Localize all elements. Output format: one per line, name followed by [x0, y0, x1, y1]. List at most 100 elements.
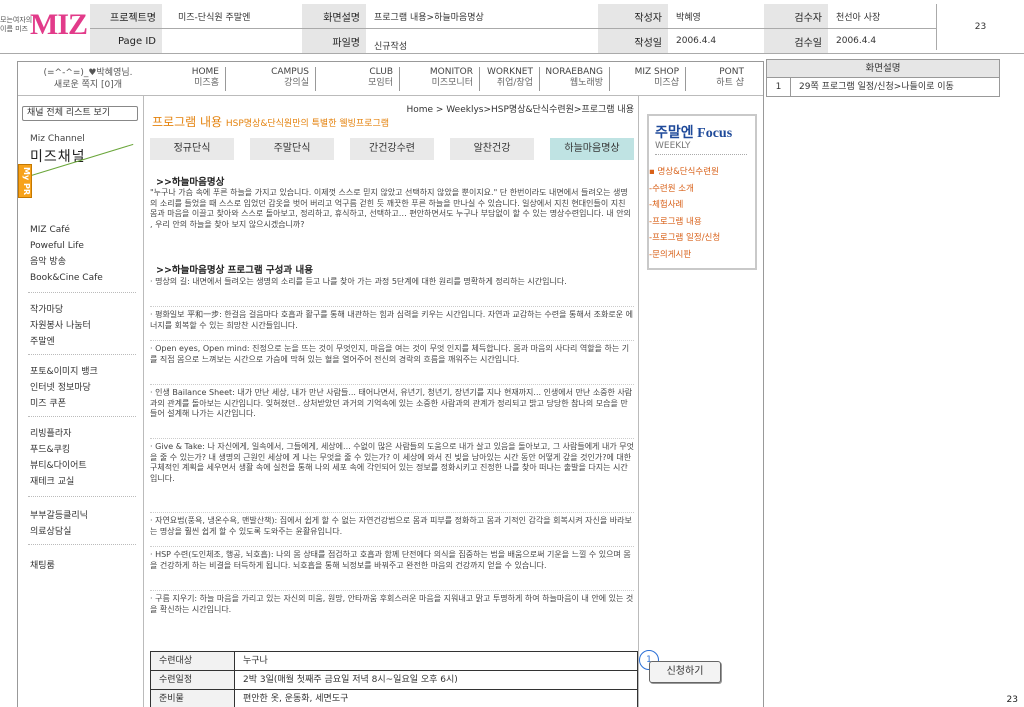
table-row: 1 29쪽 프로그램 일정/신청>나들이로 이동	[767, 78, 999, 96]
tab-regular-fasting[interactable]: 정규단식	[150, 138, 234, 160]
screen-description-table: 화면설명 1 29쪽 프로그램 일정/신청>나들이로 이동	[766, 59, 1000, 97]
page-footer-number: 23	[1006, 695, 1018, 705]
sidebar-group-6: 채팅룸	[30, 558, 55, 574]
review-date-value: 2006.4.4	[836, 36, 877, 46]
program-item: · 평화일보 平和一步: 한걸음 걸음마다 호흡과 활구를 통해 내관하는 힘과…	[150, 306, 634, 331]
tab-sky-mind-meditation[interactable]: 하늘마음명상	[550, 138, 634, 160]
tab-weekend-fasting[interactable]: 주말단식	[250, 138, 334, 160]
sidebar-item[interactable]: 포토&이미지 뱅크	[30, 364, 98, 380]
greeting-user: (=^-^=)_♥박혜영님.	[43, 68, 133, 78]
sidebar-item[interactable]: MIZ Café	[30, 222, 103, 238]
logo-mini-text2: 이름 미즈	[0, 25, 28, 33]
page-title-text: 프로그램 내용	[152, 115, 223, 129]
sidebar-group-3: 포토&이미지 뱅크 인터넷 정보마당 미즈 쿠폰	[30, 364, 98, 412]
sidebar-item[interactable]: 작가마당	[30, 302, 91, 318]
sidebar-item[interactable]: Poweful Life	[30, 238, 103, 254]
focus-menu: ▪ 명상&단식수련원 -수련원 소개 -체험사례 -프로그램 내용 -프로그램 …	[649, 164, 720, 263]
sidebar-item[interactable]: Book&Cine Cafe	[30, 270, 103, 286]
sidebar-item[interactable]: 음악 방송	[30, 254, 103, 270]
program-item: · HSP 수련(도인체조, 행공, 뇌호흡): 나의 몸 상태를 점검하고 호…	[150, 546, 634, 571]
date-label: 작성일	[598, 29, 668, 53]
sidebar-item[interactable]: 자원봉사 나눔터	[30, 318, 91, 334]
sidebar-group-2: 작가마당 자원봉사 나눔터 주말엔	[30, 302, 91, 350]
focus-menu-item[interactable]: -체험사례	[649, 197, 720, 214]
nav-noraebang[interactable]: NORAEBANG 웹노래방	[542, 67, 610, 91]
program-item: · 자연요법(풍욕, 냉온수욕, 맨발산책): 집에서 쉽게 할 수 없는 자연…	[150, 512, 634, 537]
nav-campus[interactable]: CAMPUS 강의실	[228, 67, 316, 91]
miz-logo: 모는여자의 이름 미즈 MIZ	[0, 4, 90, 49]
channel-subtitle: Miz Channel	[30, 134, 85, 144]
nav-pont[interactable]: PONT 하트 샵	[688, 67, 750, 91]
nav-worknet[interactable]: WORKNET 취업/창업	[482, 67, 540, 91]
sidebar-item[interactable]: 채팅룸	[30, 558, 55, 574]
sidebar-group-1: MIZ Café Poweful Life 음악 방송 Book&Cine Ca…	[30, 222, 103, 286]
reviewer-value: 천선아 사장	[836, 12, 881, 23]
breadcrumb: Home > Weeklys>HSP명상&단식수련원>프로그램 내용	[406, 105, 634, 115]
page-id-label: Page ID	[90, 29, 162, 53]
sidebar-item[interactable]: 리빙플라자	[30, 426, 87, 442]
nav-home[interactable]: HOME 미즈홈	[168, 67, 226, 91]
main-content: Home > Weeklys>HSP명상&단식수련원>프로그램 내용 프로그램 …	[144, 96, 638, 707]
sidebar-item[interactable]: 주말엔	[30, 334, 91, 350]
sidebar-divider	[28, 354, 136, 355]
focus-menu-item[interactable]: -문의게시판	[649, 247, 720, 264]
screen-desc-label: 화면설명	[302, 4, 366, 28]
program-info-table: 수련대상 누구나 수련일정 2박 3일(매월 첫째주 금요일 저녁 8시~일요일 오…	[150, 651, 638, 707]
sidebar-divider	[28, 416, 136, 417]
table-row: 수련일정 2박 3일(매월 첫째주 금요일 저녁 8시~일요일 오후 6시)	[151, 671, 637, 690]
left-sidebar: 채널 전체 리스트 보기 Miz Channel 미즈채널 MIZ Café P…	[18, 96, 144, 707]
sidebar-item[interactable]: 의료상담실	[30, 524, 88, 540]
page-title: 프로그램 내용 HSP명상&단식원만의 특별한 웰빙프로그램	[152, 113, 389, 130]
program-item: · Open eyes, Open mind: 진정으로 눈을 뜨는 것이 무엇…	[150, 340, 634, 365]
focus-subtitle: WEEKLY	[655, 141, 691, 151]
new-messages-link[interactable]: 새로운 쪽지 [0]개	[28, 79, 148, 91]
page-number-cell: 23	[936, 4, 1024, 50]
nav-club[interactable]: CLUB 모임터	[318, 67, 400, 91]
sidebar-item[interactable]: 푸드&쿠킹	[30, 442, 87, 458]
sidebar-divider	[28, 496, 136, 497]
sidebar-item[interactable]: 재테크 교실	[30, 474, 87, 490]
channel-list-all-button[interactable]: 채널 전체 리스트 보기	[22, 106, 138, 121]
focus-menu-item[interactable]: ▪ 명상&단식수련원	[649, 164, 720, 181]
sidebar-item[interactable]: 미즈 쿠폰	[30, 396, 98, 412]
table-row: 수련대상 누구나	[151, 652, 637, 671]
page-subtitle: HSP명상&단식원만의 특별한 웰빙프로그램	[225, 119, 390, 129]
table-row: 준비물 편안한 옷, 운동화, 세면도구	[151, 690, 637, 707]
date-value: 2006.4.4	[676, 36, 717, 46]
my-pr-tab[interactable]: My PR	[18, 164, 32, 198]
screen-desc-value: 프로그램 내용>하늘마음명상	[374, 12, 484, 23]
section-heading: >>하늘마음명상 프로그램 구성과 내용	[156, 265, 313, 276]
page-mockup: (=^-^=)_♥박혜영님. 새로운 쪽지 [0]개 HOME 미즈홈 CAMPU…	[17, 61, 764, 707]
sidebar-divider	[28, 544, 136, 545]
sidebar-item[interactable]: 부부갈등클리닉	[30, 508, 88, 524]
program-tabs: 정규단식 주말단식 간건강수련 알찬건강 하늘마음명상	[150, 138, 635, 160]
focus-menu-item[interactable]: -프로그램 일정/신청	[649, 230, 720, 247]
doc-header: 모는여자의 이름 미즈 MIZ 프로젝트명 미즈-단식원 주말엔 화면설명 프로그…	[0, 0, 1024, 54]
tab-liver-health[interactable]: 간건강수련	[350, 138, 434, 160]
logo-mini-text: 모는여자의	[0, 16, 33, 24]
logo-text: MIZ	[30, 8, 88, 41]
author-label: 작성자	[598, 4, 668, 28]
sidebar-item[interactable]: 인터넷 정보마당	[30, 380, 98, 396]
program-item: · 명상의 길: 내면에서 들려오는 생명의 소리를 듣고 나를 찾아 가는 과…	[150, 277, 567, 286]
program-item: · 인생 Bailance Sheet: 내가 만난 세상, 내가 만난 사람들…	[150, 384, 634, 420]
focus-menu-item[interactable]: -프로그램 내용	[649, 214, 720, 231]
focus-box: 주말엔 Focus WEEKLY ▪ 명상&단식수련원 -수련원 소개 -체험사…	[647, 114, 757, 270]
reviewer-label: 검수자	[764, 4, 828, 28]
project-label: 프로젝트명	[90, 4, 162, 28]
apply-button[interactable]: 신청하기	[649, 661, 721, 683]
focus-menu-item[interactable]: -수련원 소개	[649, 181, 720, 198]
description-header: 화면설명	[767, 60, 999, 78]
tab-full-health[interactable]: 알찬건강	[450, 138, 534, 160]
right-sidebar: 주말엔 Focus WEEKLY ▪ 명상&단식수련원 -수련원 소개 -체험사…	[638, 96, 763, 707]
section-heading: >>하늘마음명상	[156, 177, 225, 188]
focus-divider	[655, 154, 747, 155]
sidebar-item[interactable]: 뷰티&다이어트	[30, 458, 87, 474]
author-value: 박혜영	[676, 12, 701, 23]
channel-title: 미즈채널	[30, 149, 86, 165]
intro-paragraph: "누구나 가슴 속에 푸른 하늘을 가지고 있습니다. 이제껏 스스로 믿지 않…	[150, 188, 631, 229]
nav-miz-shop[interactable]: MIZ SHOP 미즈샵	[612, 67, 686, 91]
file-label: 파일명	[302, 29, 366, 53]
nav-monitor[interactable]: MONITOR 미즈모니터	[402, 67, 480, 91]
review-date-label: 검수일	[764, 29, 828, 53]
